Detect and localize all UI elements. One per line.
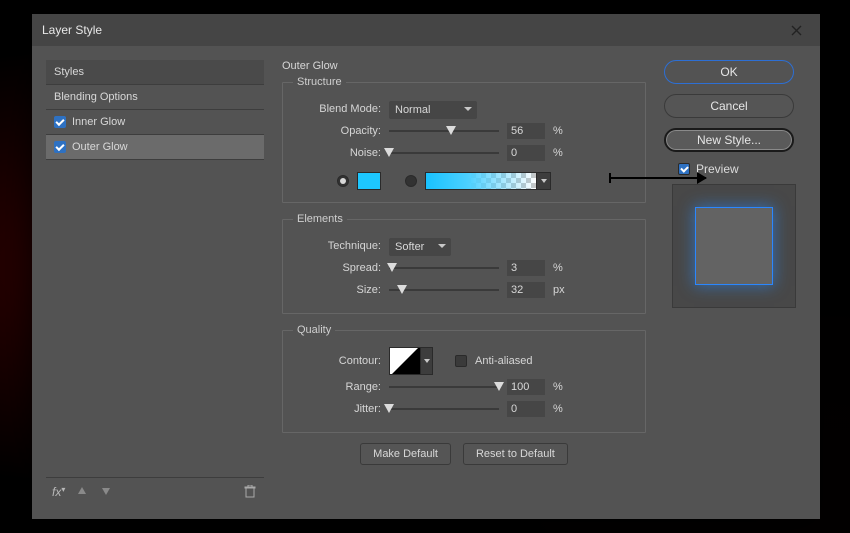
color-gradient-radio[interactable] [405,175,417,187]
arrow-up-icon[interactable] [76,485,90,499]
unit-label: px [553,284,573,296]
sidebar-item-label: Inner Glow [72,116,125,128]
group-structure: Structure Blend Mode: Normal Opacity: % … [282,76,646,203]
group-elements: Elements Technique: Softer Spread: % Siz… [282,213,646,314]
preview-thumbnail [672,184,796,308]
settings-panel: Outer Glow Structure Blend Mode: Normal … [282,60,646,505]
titlebar[interactable]: Layer Style [32,14,820,46]
contour-picker[interactable] [389,347,433,375]
reset-default-button[interactable]: Reset to Default [463,443,568,465]
unit-label: % [553,403,573,415]
spread-input[interactable] [507,260,545,276]
group-legend: Quality [293,324,335,336]
trash-icon[interactable] [244,485,258,499]
sidebar-item-inner-glow[interactable]: Inner Glow [46,110,264,135]
spread-slider[interactable] [389,262,499,274]
panel-title: Outer Glow [282,60,646,72]
callout-arrow [610,177,706,179]
chevron-down-icon[interactable] [537,172,551,190]
range-slider[interactable] [389,381,499,393]
dialog-title: Layer Style [42,23,102,37]
chevron-down-icon[interactable] [421,347,433,375]
opacity-slider[interactable] [389,125,499,137]
sidebar-item-blending-options[interactable]: Blending Options [46,85,264,110]
color-swatch[interactable] [357,172,381,190]
opacity-label: Opacity: [293,125,381,137]
cancel-button[interactable]: Cancel [664,94,794,118]
noise-input[interactable] [507,145,545,161]
close-button[interactable] [782,16,810,44]
size-slider[interactable] [389,284,499,296]
color-solid-radio[interactable] [337,175,349,187]
checkbox-icon[interactable] [54,141,66,153]
jitter-slider[interactable] [389,403,499,415]
sidebar-item-outer-glow[interactable]: Outer Glow [46,135,264,160]
size-input[interactable] [507,282,545,298]
jitter-label: Jitter: [293,403,381,415]
contour-label: Contour: [293,355,381,367]
group-legend: Elements [293,213,347,225]
sidebar-item-label: Outer Glow [72,141,128,153]
size-label: Size: [293,284,381,296]
technique-select[interactable]: Softer [389,238,451,256]
range-input[interactable] [507,379,545,395]
sidebar-header-label: Styles [54,66,84,78]
jitter-input[interactable] [507,401,545,417]
fx-icon[interactable]: fx▾ [52,485,66,499]
preview-inner [696,208,772,284]
ok-button[interactable]: OK [664,60,794,84]
unit-label: % [553,147,573,159]
unit-label: % [553,381,573,393]
blend-mode-label: Blend Mode: [293,103,381,115]
gradient-picker[interactable] [425,172,551,190]
technique-label: Technique: [293,240,381,252]
styles-sidebar: Styles Blending Options Inner Glow Outer… [46,60,264,505]
antialias-checkbox[interactable] [455,355,467,367]
right-panel: OK Cancel New Style... Preview [664,60,806,505]
arrow-down-icon[interactable] [100,485,114,499]
noise-slider[interactable] [389,147,499,159]
contour-swatch[interactable] [389,347,421,375]
dialog-body: Styles Blending Options Inner Glow Outer… [32,46,820,519]
make-default-button[interactable]: Make Default [360,443,451,465]
group-quality: Quality Contour: Anti-aliased Range: [282,324,646,433]
sidebar-header-styles[interactable]: Styles [46,60,264,85]
opacity-input[interactable] [507,123,545,139]
noise-label: Noise: [293,147,381,159]
antialias-label: Anti-aliased [475,355,532,367]
unit-label: % [553,125,573,137]
preview-checkbox[interactable] [678,163,690,175]
sidebar-footer: fx▾ [46,477,264,505]
group-legend: Structure [293,76,346,88]
blend-mode-select[interactable]: Normal [389,101,477,119]
checkbox-icon[interactable] [54,116,66,128]
sidebar-item-label: Blending Options [54,91,138,103]
new-style-button[interactable]: New Style... [664,128,794,152]
range-label: Range: [293,381,381,393]
unit-label: % [553,262,573,274]
gradient-swatch[interactable] [425,172,537,190]
layer-style-dialog: Layer Style Styles Blending Options Inn [32,14,820,519]
spread-label: Spread: [293,262,381,274]
